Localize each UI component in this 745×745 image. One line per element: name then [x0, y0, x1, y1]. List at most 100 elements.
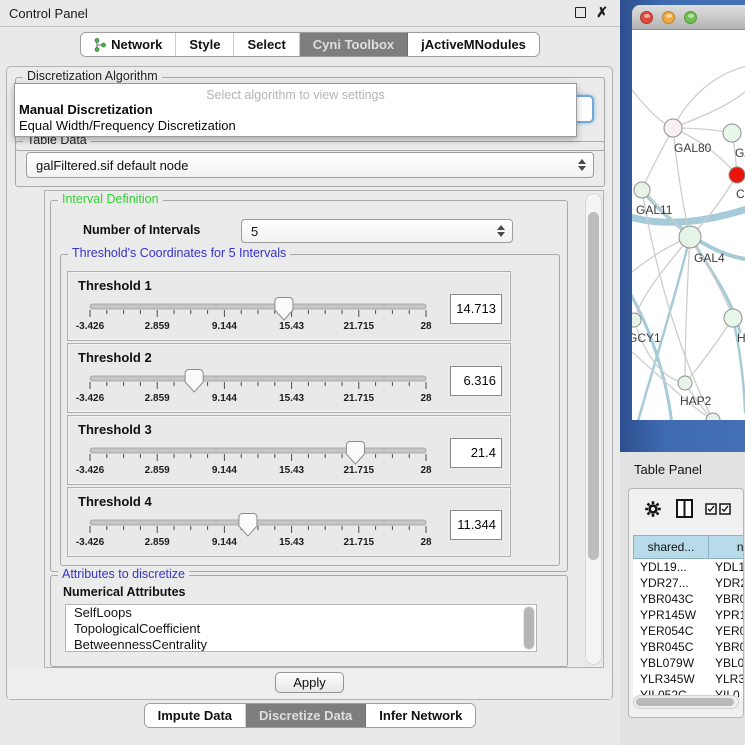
gear-icon[interactable]	[644, 500, 662, 518]
network-node-gal11[interactable]	[634, 182, 650, 198]
network-node-hap2[interactable]	[678, 376, 692, 390]
attribute-item-topologicalcoefficient[interactable]: TopologicalCoefficient	[66, 621, 536, 637]
network-edge[interactable]	[632, 288, 672, 420]
table-cell: YBR043C	[633, 591, 709, 607]
tab-infer-network[interactable]: Infer Network	[366, 704, 475, 727]
network-edge[interactable]	[690, 175, 737, 237]
threshold-slider[interactable]: -3.4262.8599.14415.4321.71528	[80, 442, 500, 480]
slider-handle[interactable]	[185, 370, 203, 393]
tab-impute-data[interactable]: Impute Data	[145, 704, 246, 727]
table-row[interactable]: YDL19...YDL1	[633, 559, 744, 575]
table-cell: YER0	[709, 623, 744, 639]
table-row[interactable]: YBR043CYBR0	[633, 591, 744, 607]
table-row[interactable]: YPR145WYPR1	[633, 607, 744, 623]
table-row[interactable]: YBR045CYBR0	[633, 639, 744, 655]
table-hscrollbar[interactable]	[633, 695, 739, 709]
close-icon[interactable]: ✗	[596, 4, 608, 21]
tab-network[interactable]: Network	[81, 33, 176, 56]
threshold-value-field[interactable]: 11.344	[450, 510, 502, 540]
node-label: C	[736, 187, 745, 201]
network-node-h[interactable]	[724, 309, 742, 327]
network-node-gal4[interactable]	[679, 226, 701, 248]
threshold-value-field[interactable]: 14.713	[450, 294, 502, 324]
attribute-item-selfloops[interactable]: SelfLoops	[66, 605, 536, 621]
thresholds-group-label: Threshold's Coordinates for 5 Intervals	[68, 246, 290, 260]
attributes-group: Attributes to discretize Numerical Attri…	[50, 575, 568, 667]
slider-handle[interactable]	[239, 514, 257, 537]
tab-discretize-data[interactable]: Discretize Data	[246, 704, 366, 727]
network-window-titlebar[interactable]	[632, 5, 745, 30]
svg-text:2.859: 2.859	[145, 537, 170, 548]
threshold-slider[interactable]: -3.4262.8599.14415.4321.71528	[80, 370, 500, 408]
tab-cyni-toolbox[interactable]: Cyni Toolbox	[300, 33, 408, 56]
network-edge[interactable]	[685, 237, 690, 383]
split-columns-icon[interactable]	[676, 499, 693, 518]
settings-scrollbar[interactable]	[585, 193, 602, 665]
numerical-attributes-list[interactable]: SelfLoopsTopologicalCoefficientBetweenne…	[65, 604, 537, 652]
cyni-toolbox-panel: Discretization Algorithm Select algorith…	[6, 66, 613, 700]
network-edge[interactable]	[637, 237, 690, 420]
table-cell: YLR3	[709, 671, 744, 687]
threshold-slider[interactable]: -3.4262.8599.14415.4321.71528	[80, 298, 500, 336]
settings-scroll-panel: Interval Definition Number of Intervals …	[44, 190, 604, 668]
close-traffic-light-icon[interactable]	[640, 11, 653, 24]
svg-text:21.715: 21.715	[344, 393, 375, 404]
settings-scrollbar-thumb[interactable]	[588, 212, 599, 560]
network-edge[interactable]	[673, 66, 745, 128]
network-graph[interactable]: GAL80GACGAL11GAL4GCY1HHAP2	[632, 30, 745, 420]
network-node-c[interactable]	[729, 167, 745, 183]
threshold-value-field[interactable]: 21.4	[450, 438, 502, 468]
slider-handle[interactable]	[275, 298, 293, 321]
network-edge[interactable]	[634, 237, 690, 320]
threshold-value-field[interactable]: 6.316	[450, 366, 502, 396]
tab-label: jActiveMNodules	[421, 33, 526, 56]
discretization-algorithm-label: Discretization Algorithm	[23, 69, 162, 83]
table-row[interactable]: YLR345WYLR3	[633, 671, 744, 687]
network-edge[interactable]	[642, 128, 673, 190]
table-row[interactable]: YDR27...YDR2	[633, 575, 744, 591]
table-column-header[interactable]: na	[709, 535, 744, 559]
network-node-ga[interactable]	[723, 124, 741, 142]
tab-label: Infer Network	[379, 704, 462, 727]
network-node-gal80[interactable]	[664, 119, 682, 137]
table-row[interactable]: YER054CYER0	[633, 623, 744, 639]
bottom-tab-row: Impute DataDiscretize Data Infer Network	[0, 703, 620, 728]
interval-definition-label: Interval Definition	[58, 192, 163, 206]
minimize-traffic-light-icon[interactable]	[662, 11, 675, 24]
node-label: GAL80	[674, 141, 712, 155]
number-of-intervals-combobox[interactable]: 5	[241, 219, 513, 243]
svg-text:9.144: 9.144	[212, 465, 237, 476]
network-node-gcy1[interactable]	[632, 313, 641, 327]
table-row[interactable]: YBL079WYBL0	[633, 655, 744, 671]
slider-handle[interactable]	[346, 442, 364, 465]
attributes-scrollbar-thumb[interactable]	[524, 607, 534, 649]
attribute-item-betweennesscentrality[interactable]: BetweennessCentrality	[66, 637, 536, 652]
dropdown-option-equal-width-frequency-discretization[interactable]: Equal Width/Frequency Discretization	[15, 118, 576, 134]
threshold-title: Threshold 4	[78, 494, 152, 509]
table-cell: YBR0	[709, 639, 744, 655]
network-edge[interactable]	[632, 352, 713, 420]
svg-text:2.859: 2.859	[145, 321, 170, 332]
select-columns-icon[interactable]	[705, 503, 731, 515]
tab-style[interactable]: Style	[176, 33, 234, 56]
table-column-header[interactable]: shared...	[633, 535, 709, 559]
tab-label: Cyni Toolbox	[313, 33, 394, 56]
tab-jactivemnodules[interactable]: jActiveMNodules	[408, 33, 539, 56]
table-data-combobox[interactable]: galFiltered.sif default node	[26, 152, 594, 178]
svg-text:9.144: 9.144	[212, 393, 237, 404]
svg-text:21.715: 21.715	[344, 537, 375, 548]
attributes-scrollbar[interactable]	[523, 606, 535, 650]
float-window-icon[interactable]	[575, 7, 586, 18]
table-rows: YDL19...YDL1YDR27...YDR2YBR043CYBR0YPR14…	[633, 559, 744, 697]
svg-text:2.859: 2.859	[145, 393, 170, 404]
zoom-traffic-light-icon[interactable]	[684, 11, 697, 24]
svg-text:9.144: 9.144	[212, 537, 237, 548]
table-hscrollbar-thumb[interactable]	[636, 698, 734, 706]
network-canvas[interactable]: GAL80GACGAL11GAL4GCY1HHAP2	[632, 30, 745, 420]
svg-text:9.144: 9.144	[212, 321, 237, 332]
dropdown-option-manual-discretization[interactable]: Manual Discretization	[15, 102, 576, 118]
threshold-slider[interactable]: -3.4262.8599.14415.4321.71528	[80, 514, 500, 552]
control-panel: Control Panel ✗ NetworkStyleSelectCyni T…	[0, 0, 620, 745]
apply-button[interactable]: Apply	[275, 672, 344, 693]
tab-select[interactable]: Select	[234, 33, 299, 56]
